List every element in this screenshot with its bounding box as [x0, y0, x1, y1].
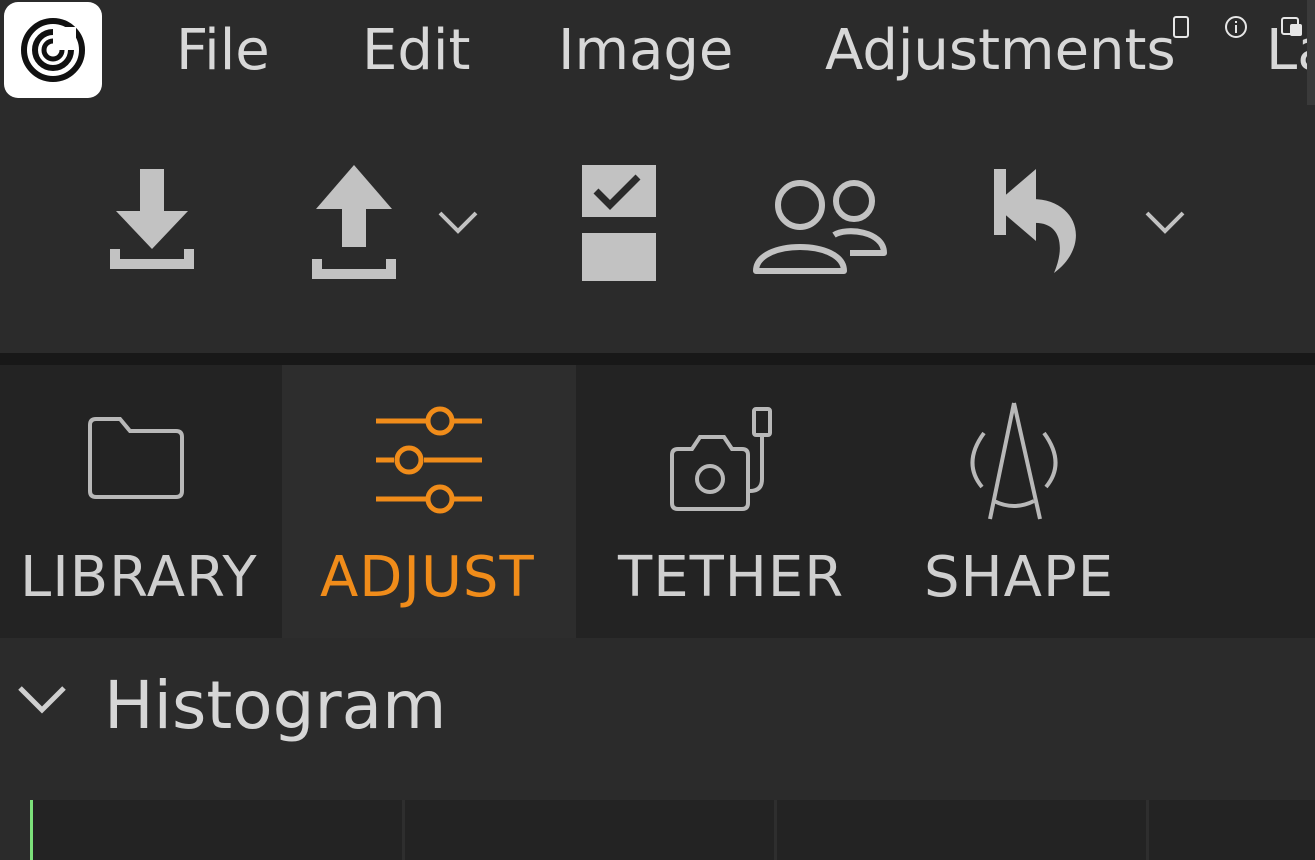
app-window: File Edit Image Adjustments La	[0, 0, 1315, 860]
snip-overlay-icon[interactable]	[1280, 14, 1304, 40]
tab-tether[interactable]: TETHER	[576, 365, 876, 638]
menu-bar: File Edit Image Adjustments La	[0, 0, 1315, 210]
menu-image[interactable]: Image	[558, 18, 733, 84]
menu-adjustments[interactable]: Adjustments	[825, 18, 1176, 84]
tool-tabs: LIBRARY ADJUST TETHER SHAPE	[0, 365, 1315, 638]
info-icon[interactable]	[1223, 14, 1247, 40]
export-icon[interactable]	[306, 163, 402, 283]
tab-adjust[interactable]: ADJUST	[282, 365, 576, 638]
menu-edit[interactable]: Edit	[362, 18, 470, 84]
histogram-gridline	[402, 800, 405, 860]
tab-shape[interactable]: SHAPE	[876, 365, 1315, 638]
histogram-green-channel	[30, 800, 33, 860]
sliders-icon	[374, 405, 484, 519]
tethered-camera-icon	[668, 405, 780, 519]
capture-one-logo-icon	[21, 18, 85, 82]
histogram-gridline	[774, 800, 777, 860]
users-icon[interactable]	[750, 177, 890, 277]
compass-icon	[966, 401, 1062, 527]
tab-shape-label: SHAPE	[924, 545, 1115, 610]
tab-library[interactable]: LIBRARY	[0, 365, 282, 638]
app-logo[interactable]	[4, 2, 102, 98]
copy-window-icon[interactable]	[1169, 14, 1193, 40]
checklist-icon[interactable]	[578, 161, 660, 285]
import-icon[interactable]	[104, 163, 200, 283]
toolbar-divider	[0, 353, 1315, 365]
tab-tether-label: TETHER	[618, 545, 845, 610]
histogram-panel-title[interactable]: Histogram	[104, 666, 446, 746]
menu-file[interactable]: File	[176, 18, 270, 84]
chevron-down-icon[interactable]	[16, 682, 68, 720]
histogram-panel: Histogram	[0, 638, 1315, 860]
histogram-chart	[30, 800, 1315, 860]
toolbar	[0, 105, 1315, 353]
undo-icon[interactable]	[988, 165, 1088, 277]
folder-icon	[86, 415, 186, 505]
chevron-down-icon[interactable]	[1143, 207, 1187, 237]
chevron-down-icon[interactable]	[436, 207, 480, 237]
histogram-gridline	[1146, 800, 1149, 860]
tab-adjust-label: ADJUST	[320, 545, 535, 610]
tab-library-label: LIBRARY	[20, 545, 258, 610]
